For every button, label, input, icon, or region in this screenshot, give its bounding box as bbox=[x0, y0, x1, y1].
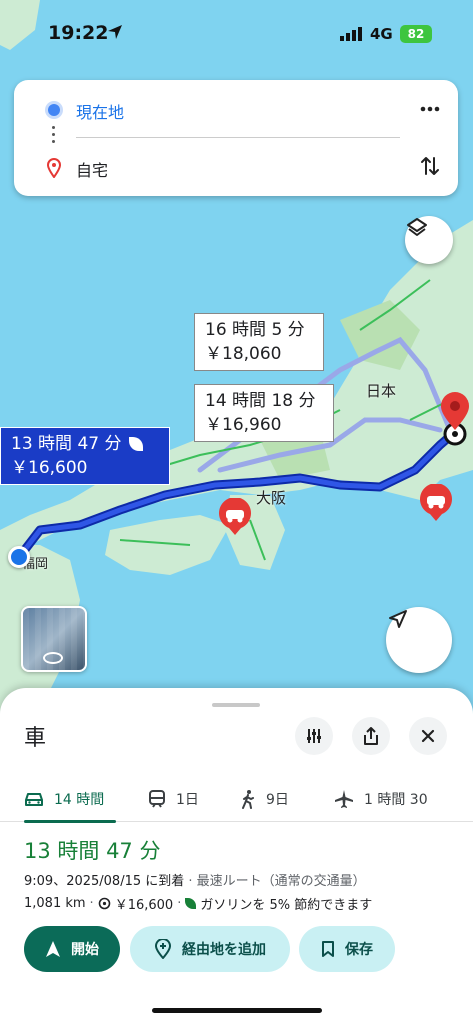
traffic-accident-icon[interactable] bbox=[419, 484, 453, 521]
network-type: 4G bbox=[370, 25, 393, 43]
route-callout-alt2[interactable]: 16 時間 5 分 ￥18,060 bbox=[194, 313, 324, 371]
tab-flight[interactable]: 1 時間 30 bbox=[334, 776, 428, 822]
route-options-button[interactable] bbox=[295, 717, 333, 755]
start-label: 開始 bbox=[71, 942, 99, 958]
sheet-drag-handle[interactable] bbox=[212, 703, 260, 707]
tab-transit[interactable]: 1日 bbox=[148, 776, 199, 822]
bookmark-icon bbox=[322, 941, 334, 957]
signal-icon bbox=[340, 27, 362, 41]
fuel-saving: ガソリンを 5% 節約できます bbox=[200, 898, 373, 913]
eco-leaf-icon bbox=[185, 898, 197, 909]
street-view-rotate-icon bbox=[43, 652, 63, 664]
current-location-marker bbox=[8, 546, 30, 568]
sliders-icon bbox=[307, 729, 321, 743]
route-duration: 13 時間 47 分 bbox=[24, 839, 161, 863]
route-price: ￥18,060 bbox=[205, 344, 282, 364]
travel-mode-tabs: 14 時間 1日 9日 1 時間 30 bbox=[0, 776, 473, 823]
home-indicator[interactable] bbox=[152, 1008, 322, 1013]
route-connector-icon bbox=[52, 126, 56, 147]
battery-level: 82 bbox=[407, 27, 425, 41]
tab-label: 1 時間 30 bbox=[364, 792, 428, 808]
toll-icon bbox=[98, 897, 110, 910]
destination-field[interactable]: 自宅 bbox=[76, 157, 108, 181]
recenter-button[interactable] bbox=[386, 607, 452, 673]
route-callout-selected[interactable]: 13 時間 47 分 ￥16,600 bbox=[0, 427, 170, 485]
save-label: 保存 bbox=[345, 942, 373, 958]
tab-label: 9日 bbox=[266, 792, 289, 808]
plane-icon bbox=[335, 790, 353, 808]
travel-mode-title: 車 bbox=[24, 726, 47, 751]
route-price: ￥16,600 bbox=[11, 458, 88, 478]
street-view-thumbnail[interactable] bbox=[21, 606, 87, 672]
swap-icon[interactable] bbox=[420, 154, 440, 178]
map-label-nihon: 日本 bbox=[366, 382, 397, 400]
route-distance: 1,081 km bbox=[24, 896, 86, 911]
eco-leaf-icon bbox=[129, 437, 144, 451]
close-button[interactable] bbox=[409, 717, 447, 755]
route-type: 最速ルート（通常の交通量） bbox=[196, 874, 366, 889]
origin-field[interactable]: 現在地 bbox=[76, 99, 124, 123]
share-button[interactable] bbox=[352, 717, 390, 755]
walk-icon bbox=[242, 790, 254, 809]
arrival-time: 9:09、2025/08/15 に到着 bbox=[24, 874, 185, 889]
car-icon bbox=[25, 793, 43, 806]
layers-button[interactable] bbox=[405, 216, 453, 264]
route-details-sheet: 車 14 時間 1日 9日 1 時間 30 13 時間 47 分 9:09、20… bbox=[0, 688, 473, 1024]
route-callout-alt1[interactable]: 14 時間 18 分 ￥16,960 bbox=[194, 384, 334, 442]
add-location-icon bbox=[154, 939, 172, 959]
navigation-arrow-icon bbox=[389, 610, 407, 628]
status-bar: 19:22 4G 82 bbox=[0, 0, 473, 64]
add-stop-label: 経由地を追加 bbox=[182, 942, 266, 958]
route-time: 14 時間 18 分 bbox=[205, 391, 316, 411]
add-stop-button[interactable]: 経由地を追加 bbox=[130, 926, 290, 972]
tab-label: 1日 bbox=[176, 792, 199, 808]
close-icon bbox=[421, 729, 435, 743]
location-pin-icon bbox=[47, 158, 61, 178]
route-time: 13 時間 47 分 bbox=[11, 434, 122, 454]
start-button[interactable]: 開始 bbox=[24, 926, 120, 972]
more-options-icon[interactable] bbox=[420, 106, 440, 112]
traffic-accident-icon[interactable] bbox=[218, 498, 252, 535]
save-button[interactable]: 保存 bbox=[299, 926, 395, 972]
status-time: 19:22 bbox=[48, 22, 109, 44]
divider bbox=[76, 137, 400, 138]
location-arrow-icon bbox=[108, 25, 122, 39]
origin-dot-icon bbox=[48, 104, 60, 116]
layers-icon bbox=[407, 218, 427, 236]
battery-indicator: 82 bbox=[400, 25, 432, 43]
train-icon bbox=[149, 790, 165, 808]
arrival-info: 9:09、2025/08/15 に到着 · 最速ルート（通常の交通量） bbox=[24, 874, 366, 889]
tab-walk[interactable]: 9日 bbox=[240, 776, 289, 822]
share-icon bbox=[364, 727, 378, 745]
directions-card: 現在地 自宅 bbox=[14, 80, 458, 196]
tab-label: 14 時間 bbox=[54, 792, 105, 808]
navigation-icon bbox=[46, 941, 60, 957]
map-label-osaka: 大阪 bbox=[256, 489, 287, 507]
route-summary: 1,081 km · ￥16,600 · ガソリンを 5% 節約できます bbox=[24, 896, 373, 913]
route-price: ￥16,960 bbox=[205, 415, 282, 435]
tab-car[interactable]: 14 時間 bbox=[24, 776, 116, 823]
toll-cost: ￥16,600 bbox=[114, 898, 174, 913]
active-tab-indicator bbox=[24, 820, 116, 823]
route-time: 16 時間 5 分 bbox=[205, 320, 305, 340]
